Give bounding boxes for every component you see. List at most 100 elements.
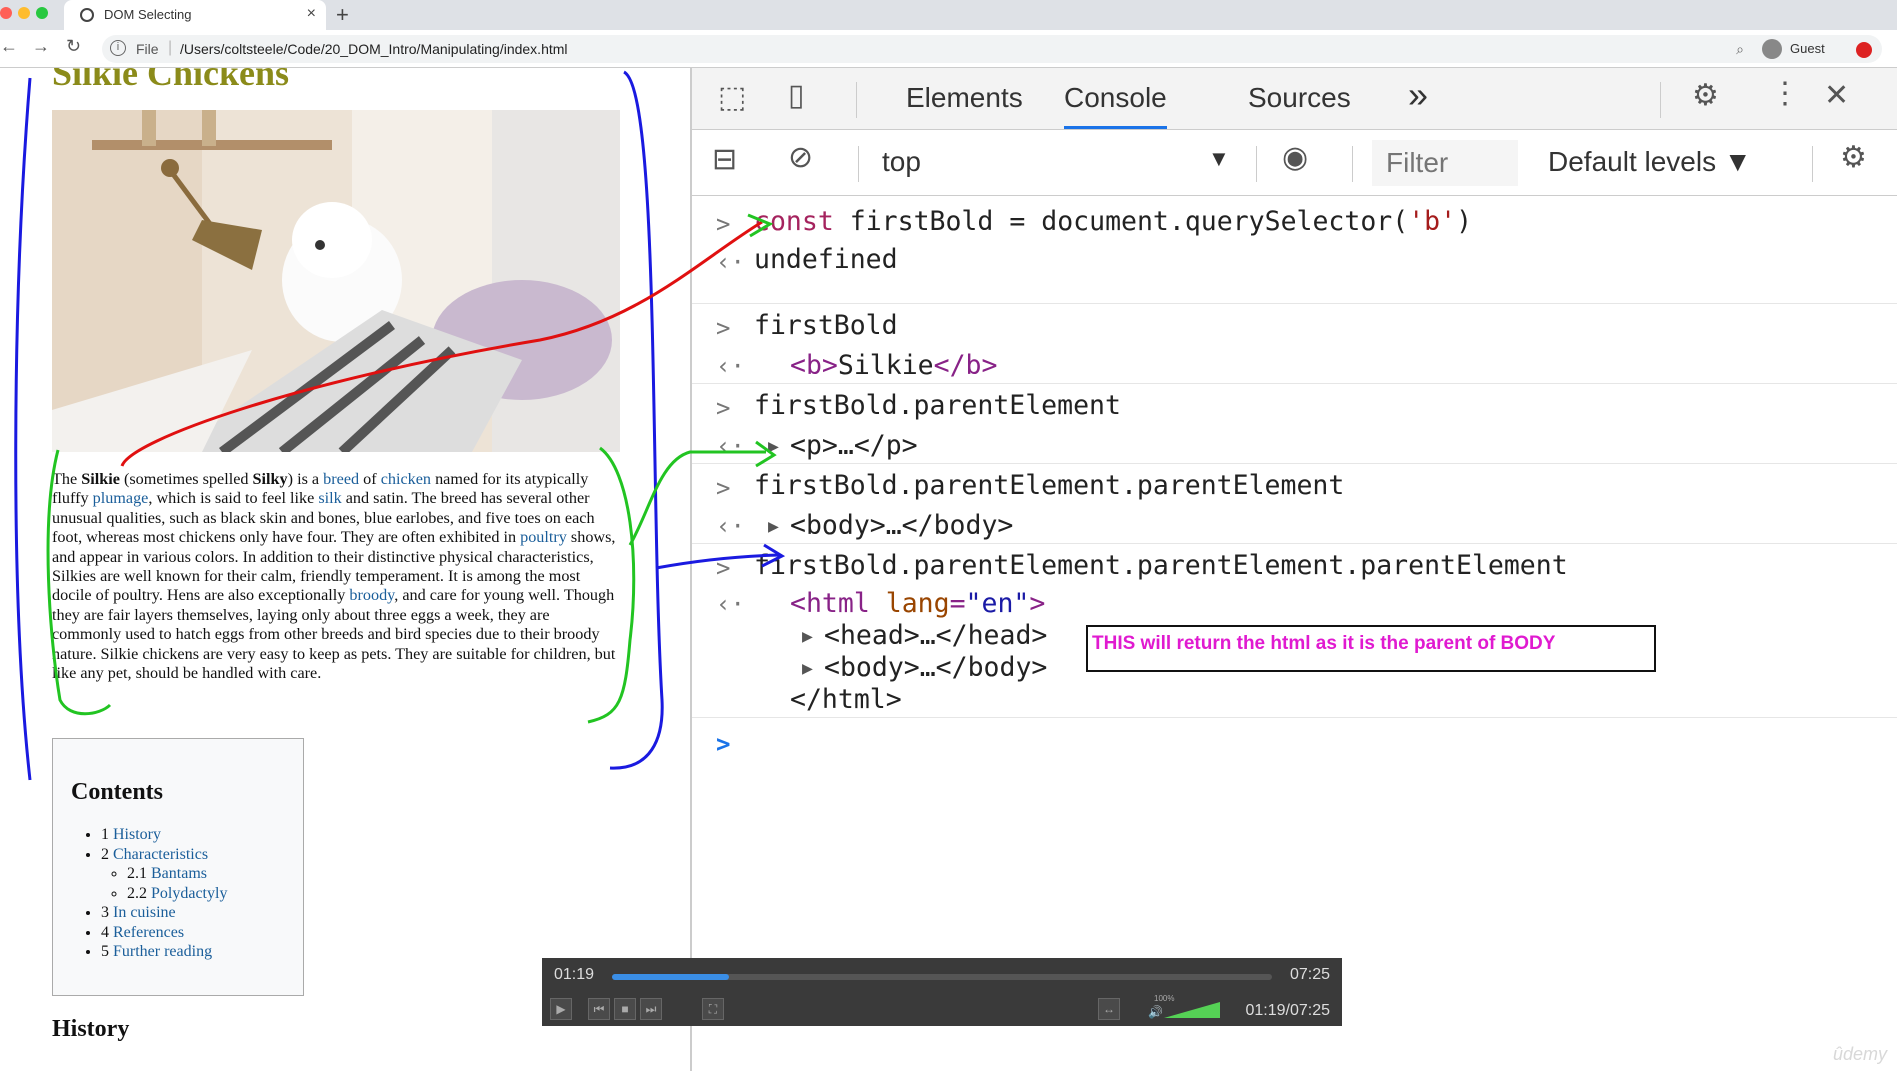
console-entry: > firstBold.parentElement ‹· ▶ <p>…</p> [692,384,1897,464]
wiki-link[interactable]: poultry [520,528,567,546]
more-tabs-icon[interactable]: » [1408,74,1428,116]
console-entry: > const firstBold = document.querySelect… [692,196,1897,304]
console-result[interactable]: <p>…</p> [790,430,918,461]
close-tag: </b> [933,350,998,381]
tab-console[interactable]: Console [1064,82,1167,129]
url-scheme: File [136,41,159,57]
zoom-icon[interactable]: ⌕ [1736,41,1744,58]
browser-tab[interactable]: DOM Selecting × [64,0,326,30]
prompt-chevron-icon: > [716,554,731,582]
expand-triangle-icon[interactable]: ▶ [768,516,779,537]
play-icon[interactable]: ▶ [550,998,572,1020]
volume-slider[interactable]: 🔊 [1148,1000,1224,1020]
page-viewport: Silkie Chickens The Silkie (sometimes sp… [0,68,690,1071]
toc-link[interactable]: References [113,924,184,941]
settings-gear-icon[interactable]: ⚙ [1692,78,1719,113]
filter-field[interactable] [1372,140,1518,186]
avatar-icon [1762,39,1782,59]
toc-list: 1 History2 Characteristics2.1 Bantams2.2… [101,825,227,962]
toc-number: 2.2 [127,884,151,902]
info-icon[interactable]: i [110,40,126,56]
new-tab-button[interactable]: + [336,2,349,28]
skip-back-icon[interactable]: ⏮ [588,998,610,1020]
filter-input[interactable] [1372,140,1518,186]
context-selector[interactable]: top [882,146,921,178]
page-title: Silkie Chickens [52,68,290,93]
window-minimize-button[interactable] [18,7,30,19]
inspect-element-icon[interactable]: ⬚ [718,80,746,115]
forward-arrow-icon[interactable]: → [32,36,50,57]
result-arrow-icon: ‹· [716,512,745,540]
stretch-icon[interactable]: ↔ [1098,998,1120,1020]
console-input[interactable]: firstBold [754,310,898,341]
toc-link[interactable]: History [113,826,161,843]
toc-link[interactable]: In cuisine [113,904,176,921]
open-tag: <html [790,588,870,619]
log-levels-label: Default levels [1548,146,1717,177]
profile-button[interactable]: Guest [1756,35,1838,63]
skip-forward-icon[interactable]: ⏭ [640,998,662,1020]
back-arrow-icon[interactable]: ← [0,36,18,57]
seek-bar[interactable] [612,974,1272,980]
console-input[interactable]: firstBold.parentElement.parentElement.pa… [754,550,1568,581]
console-prompt[interactable]: > [692,718,1897,778]
result-arrow-icon: ‹· [716,432,745,460]
console-input[interactable]: firstBold.parentElement.parentElement [754,470,1344,501]
toc-link[interactable]: Polydactyly [151,885,227,902]
toc-number: 4 [101,923,113,941]
sidebar-toggle-icon[interactable]: ⊟ [712,142,737,177]
video-player: 01:19 07:25 ▶ ⏮ ■ ⏭ ⛶ ↔ 100% 🔊 01:19/07:… [542,958,1342,1026]
html-open-line[interactable]: <html lang="en"> [790,588,1045,619]
clear-console-icon[interactable]: ⊘ [788,140,813,175]
expand-triangle-icon[interactable]: ▶ [802,626,813,647]
element-text: Silkie [837,350,934,381]
console-input[interactable]: firstBold.parentElement [754,390,1121,421]
paragraph-text: (sometimes spelled [119,470,253,488]
close-devtools-icon[interactable]: ✕ [1824,78,1849,113]
toc-number: 5 [101,943,113,960]
console-input[interactable]: const firstBold = document.querySelector… [754,206,1472,237]
html-body-node[interactable]: <body>…</body> [824,652,1047,683]
device-toolbar-icon[interactable]: ▯ [788,78,805,113]
more-options-icon[interactable]: ⋮ [1770,76,1800,111]
toc-link[interactable]: Bantams [151,865,207,882]
profile-label: Guest [1790,41,1825,56]
tab-elements[interactable]: Elements [906,82,1023,114]
wiki-link[interactable]: chicken [381,470,431,488]
annotation-callout: THIS will return the html as it is the p… [1086,625,1656,672]
expand-triangle-icon[interactable]: ▶ [768,436,779,457]
console-result: undefined [754,244,898,275]
tab-sources[interactable]: Sources [1248,82,1351,114]
window-close-button[interactable] [0,7,12,19]
keyword: const [754,206,834,237]
wiki-link[interactable]: plumage [93,489,149,507]
address-bar[interactable]: i File | /Users/coltsteele/Code/20_DOM_I… [102,35,1882,63]
wiki-link[interactable]: breed [323,470,359,488]
window-zoom-button[interactable] [36,7,48,19]
reload-icon[interactable]: ↻ [66,36,81,57]
expand-triangle-icon[interactable]: ▶ [802,658,813,679]
toc-link[interactable]: Characteristics [113,846,208,863]
record-icon[interactable] [1856,42,1872,58]
wiki-link[interactable]: broody [349,586,394,604]
toc-number: 3 [101,904,113,921]
console-result[interactable]: <body>…</body> [790,510,1013,541]
paragraph-text: The [52,470,82,488]
toc-item: 3 In cuisine [101,903,227,923]
console-result[interactable]: <b>Silkie</b> [790,350,997,381]
url-text[interactable]: /Users/coltsteele/Code/20_DOM_Intro/Mani… [180,41,568,57]
toc-item: 2 Characteristics2.1 Bantams2.2 Polydact… [101,845,227,904]
toc-link[interactable]: Further reading [113,943,212,960]
tab-close-icon[interactable]: × [307,5,316,23]
prompt-chevron-icon: > [716,474,731,502]
bold-term: Silkie [81,470,120,488]
tag-end: > [1029,588,1046,619]
stop-icon[interactable]: ■ [614,998,636,1020]
chevron-down-icon[interactable]: ▼ [1208,146,1230,172]
live-expression-eye-icon[interactable]: ◉ [1282,140,1308,175]
fullscreen-icon[interactable]: ⛶ [702,998,724,1020]
console-settings-gear-icon[interactable]: ⚙ [1840,140,1867,175]
wiki-link[interactable]: silk [318,489,341,507]
log-levels-dropdown[interactable]: Default levels ▼ [1548,146,1752,178]
html-head-node[interactable]: <head>…</head> [824,620,1047,651]
